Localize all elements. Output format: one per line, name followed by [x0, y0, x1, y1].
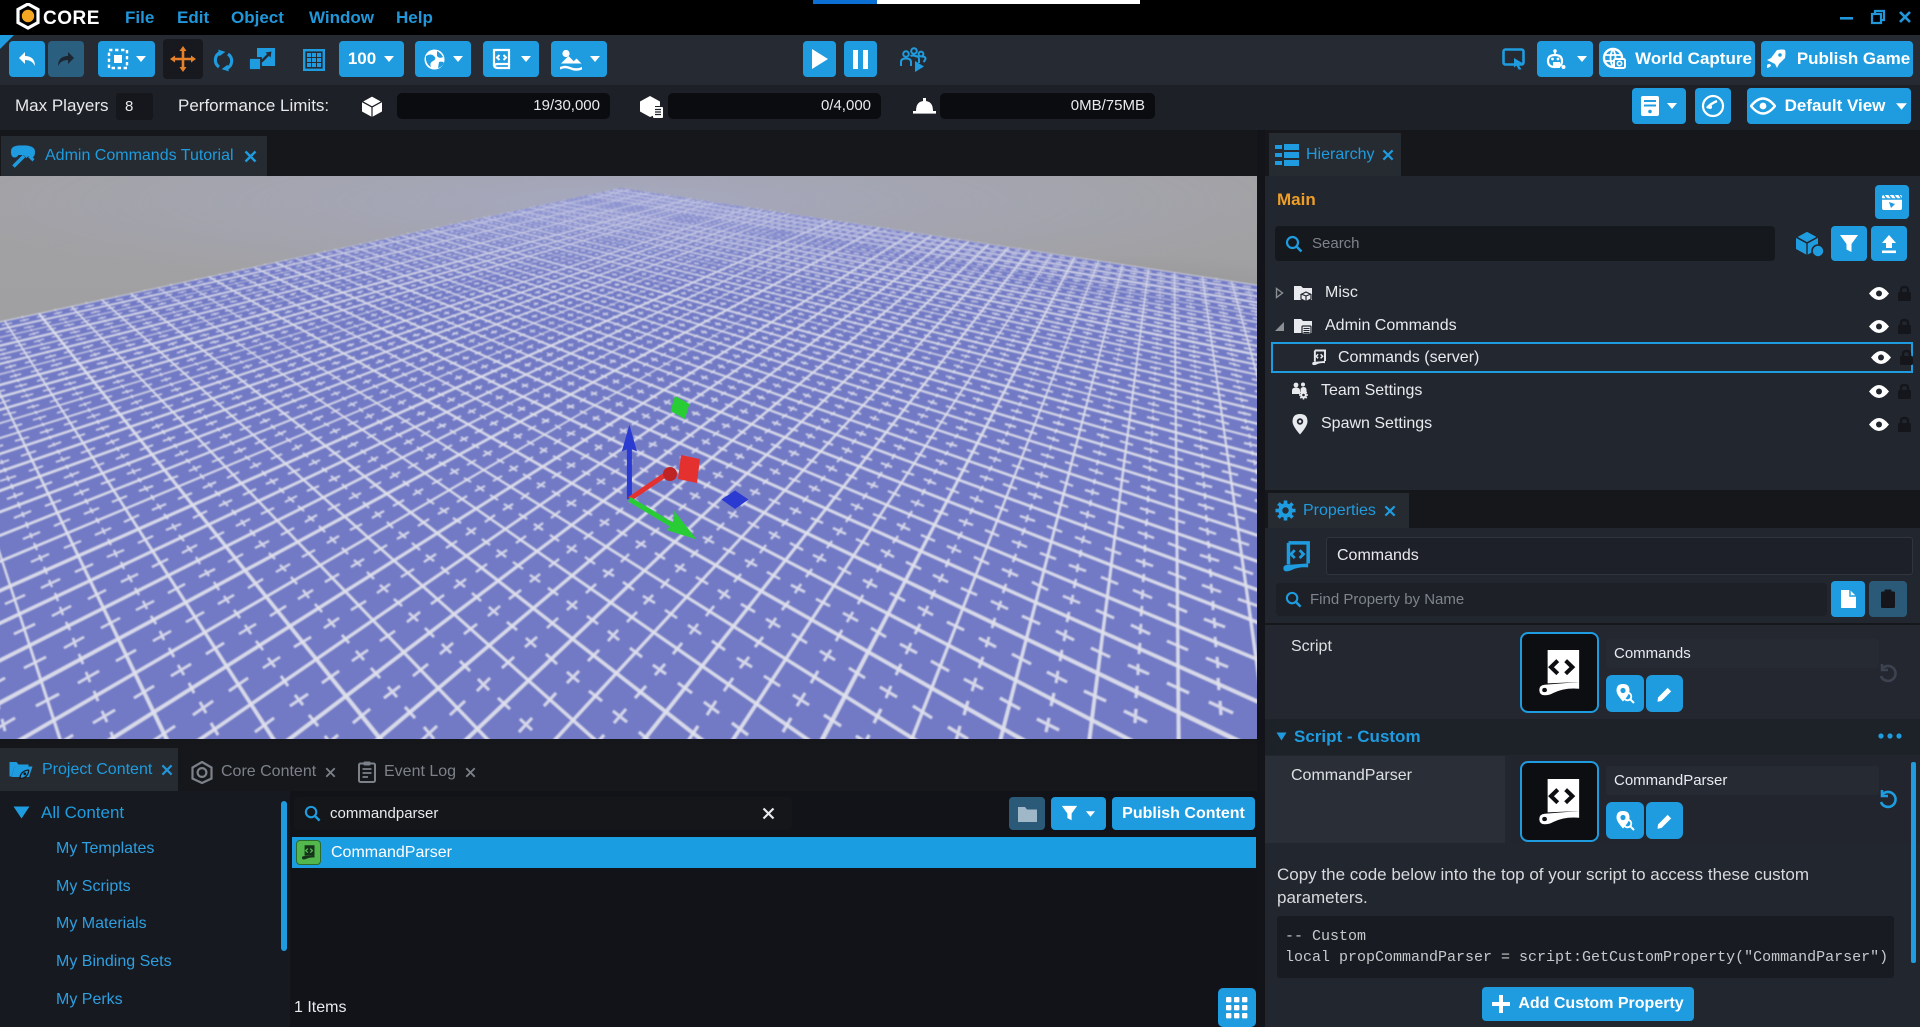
svg-text:CORE: CORE	[43, 8, 99, 29]
